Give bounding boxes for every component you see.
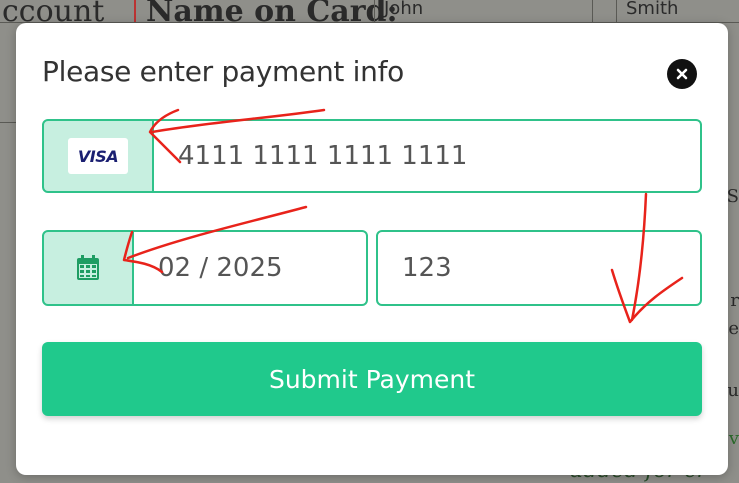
background-table-row: ccount Name on Card: John Smith — [0, 0, 739, 29]
calendar-icon — [77, 255, 99, 280]
card-number-input[interactable] — [154, 119, 702, 193]
background-divider — [134, 0, 136, 22]
modal-title: Please enter payment info — [42, 55, 404, 88]
background-account-fragment: ccount — [2, 0, 105, 29]
background-divider — [616, 0, 617, 22]
payment-modal: Please enter payment info VISA 4111 1111… — [16, 23, 728, 475]
background-name-label: Name on Card: — [146, 0, 398, 29]
close-icon — [676, 68, 688, 80]
background-divider — [592, 0, 593, 22]
card-number-group: VISA — [42, 119, 702, 193]
background-text-fragment: r — [730, 290, 739, 311]
card-brand-addon: VISA — [42, 119, 154, 193]
background-text-fragment: v — [728, 428, 739, 449]
background-text-fragment: S — [726, 186, 739, 207]
background-text-fragment: u — [727, 380, 739, 401]
expiry-addon — [42, 230, 134, 306]
expiry-group — [42, 230, 368, 306]
close-button[interactable] — [667, 59, 697, 89]
cvv-input[interactable] — [376, 230, 702, 306]
submit-payment-button[interactable]: Submit Payment — [42, 342, 702, 416]
background-divider — [374, 0, 375, 22]
expiry-input[interactable] — [134, 230, 368, 306]
visa-logo: VISA — [68, 138, 128, 174]
